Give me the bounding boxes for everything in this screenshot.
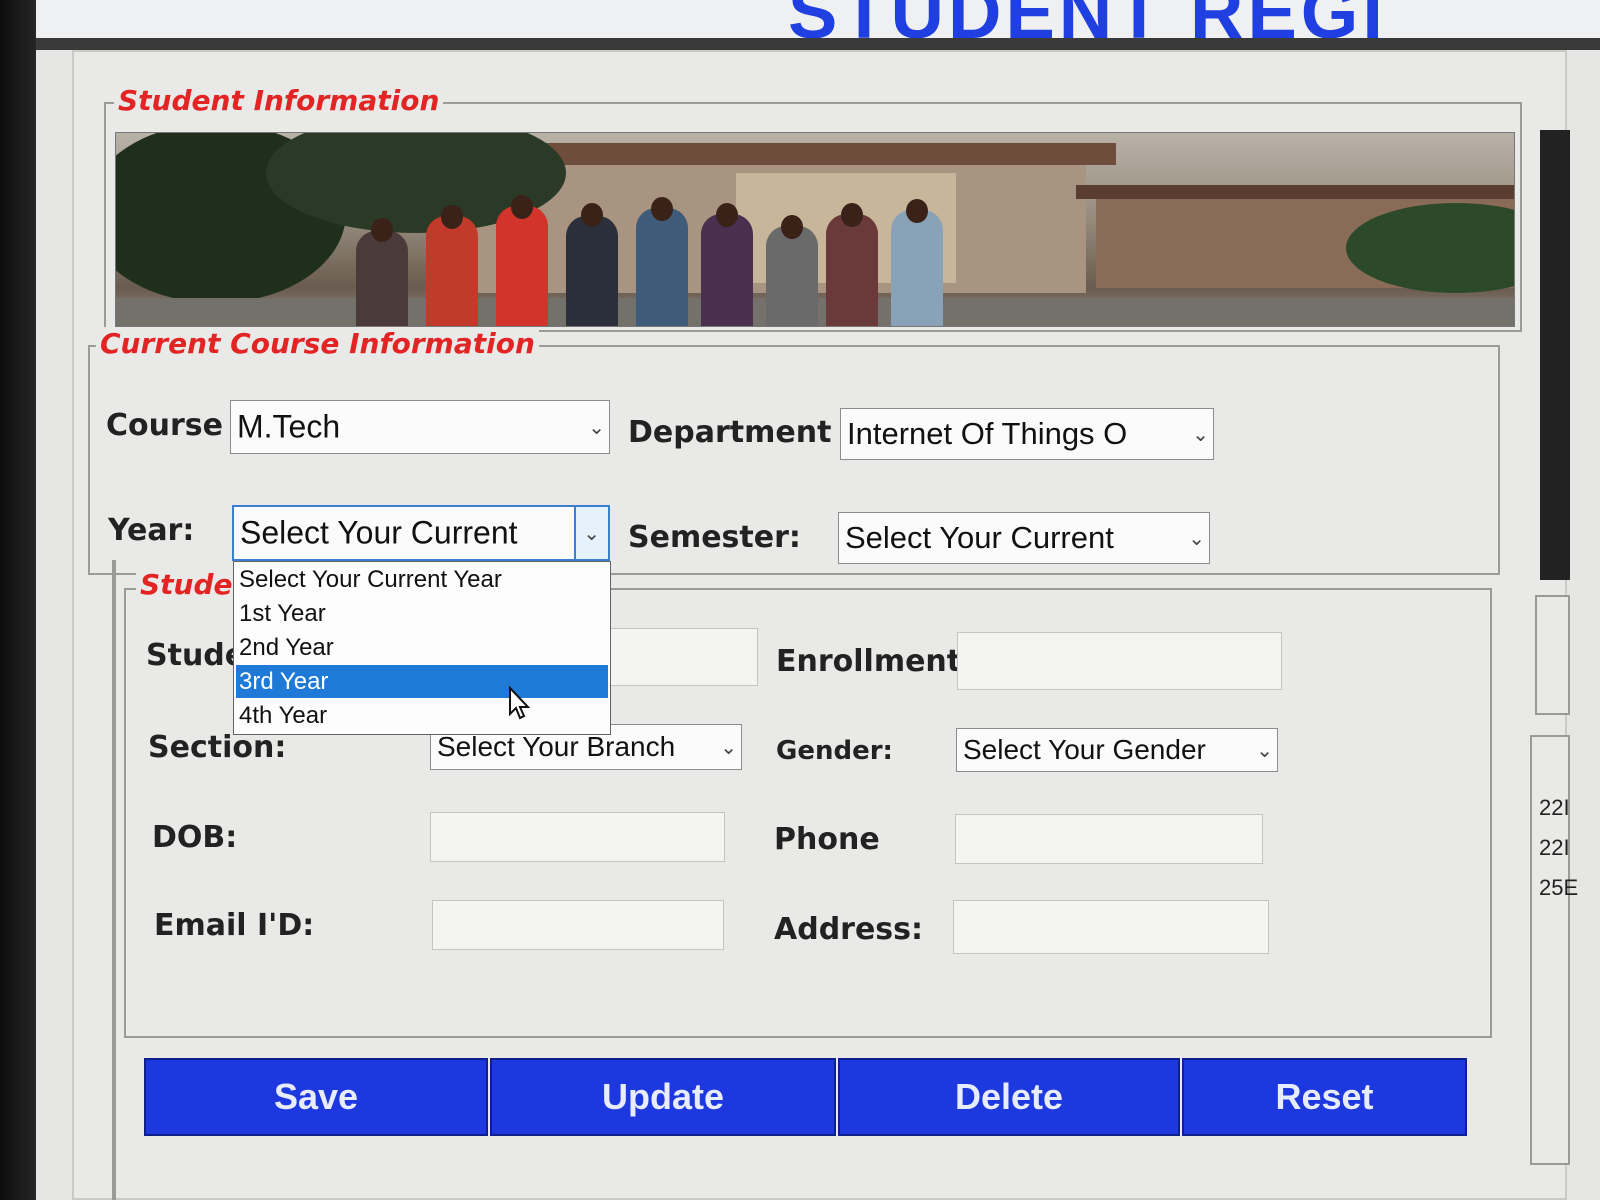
- left-divider: [112, 560, 116, 1200]
- year-label: Year:: [108, 513, 195, 548]
- chevron-down-icon: ⌄: [583, 521, 600, 545]
- department-label: Department: [628, 415, 832, 450]
- title-divider: [36, 38, 1600, 50]
- right-panel-top: [1535, 595, 1570, 715]
- phone-field[interactable]: [955, 814, 1263, 864]
- address-label: Address:: [774, 912, 924, 947]
- year-option-highlighted[interactable]: 3rd Year: [236, 665, 608, 698]
- email-field[interactable]: [432, 900, 724, 950]
- student-details-title: Stude: [136, 568, 237, 601]
- department-select[interactable]: Internet Of Things O ⌄: [840, 408, 1214, 460]
- title-strip: STUDENT REGI: [36, 0, 1600, 40]
- year-option[interactable]: Select Your Current Year: [236, 563, 608, 596]
- student-name-label: Stude: [146, 638, 246, 673]
- current-course-title: Current Course Information: [96, 327, 539, 360]
- gender-label: Gender:: [776, 736, 893, 766]
- course-label: Course: [106, 408, 223, 443]
- email-label: Email I'D:: [154, 908, 315, 943]
- chevron-down-icon: ⌄: [720, 735, 737, 759]
- right-row-3[interactable]: 25E: [1539, 875, 1578, 901]
- department-value: Internet Of Things O: [847, 416, 1128, 451]
- year-value: Select Your Current: [240, 514, 518, 551]
- year-option[interactable]: 2nd Year: [236, 631, 608, 664]
- semester-value: Select Your Current: [845, 520, 1114, 555]
- gender-value: Select Your Gender: [963, 734, 1206, 765]
- student-information-title: Student Information: [114, 84, 444, 117]
- course-value: M.Tech: [237, 408, 341, 445]
- right-image-strip: [1540, 130, 1570, 580]
- right-row-1[interactable]: 22I: [1539, 795, 1570, 821]
- save-button[interactable]: Save: [144, 1058, 488, 1136]
- phone-label: Phone: [774, 822, 880, 857]
- semester-select[interactable]: Select Your Current ⌄: [838, 512, 1210, 564]
- year-option[interactable]: 1st Year: [236, 597, 608, 630]
- reset-button[interactable]: Reset: [1182, 1058, 1467, 1136]
- right-row-2[interactable]: 22I: [1539, 835, 1570, 861]
- enrollment-label: Enrollment: [776, 644, 962, 679]
- app-title: STUDENT REGI: [788, 0, 1387, 40]
- enrollment-field[interactable]: [957, 632, 1282, 690]
- campus-banner-image: [115, 132, 1515, 327]
- gender-select[interactable]: Select Your Gender ⌄: [956, 728, 1278, 772]
- year-select[interactable]: Select Your Current ⌄: [232, 505, 610, 561]
- chevron-down-icon: ⌄: [1188, 526, 1205, 550]
- mouse-pointer-icon: [509, 686, 531, 720]
- chevron-down-icon: ⌄: [1192, 422, 1209, 446]
- section-label: Section:: [148, 730, 287, 765]
- address-field[interactable]: [953, 900, 1269, 954]
- delete-button[interactable]: Delete: [838, 1058, 1180, 1136]
- section-value: Select Your Branch: [437, 731, 676, 762]
- course-select[interactable]: M.Tech ⌄: [230, 400, 610, 454]
- year-dropdown-list: Select Your Current Year 1st Year 2nd Ye…: [233, 561, 611, 735]
- dob-label: DOB:: [152, 820, 238, 855]
- semester-label: Semester:: [628, 520, 801, 555]
- update-button[interactable]: Update: [490, 1058, 836, 1136]
- dob-field[interactable]: [430, 812, 725, 862]
- chevron-down-icon: ⌄: [588, 415, 605, 439]
- year-option[interactable]: 4th Year: [236, 699, 608, 732]
- chevron-down-icon: ⌄: [1256, 738, 1273, 762]
